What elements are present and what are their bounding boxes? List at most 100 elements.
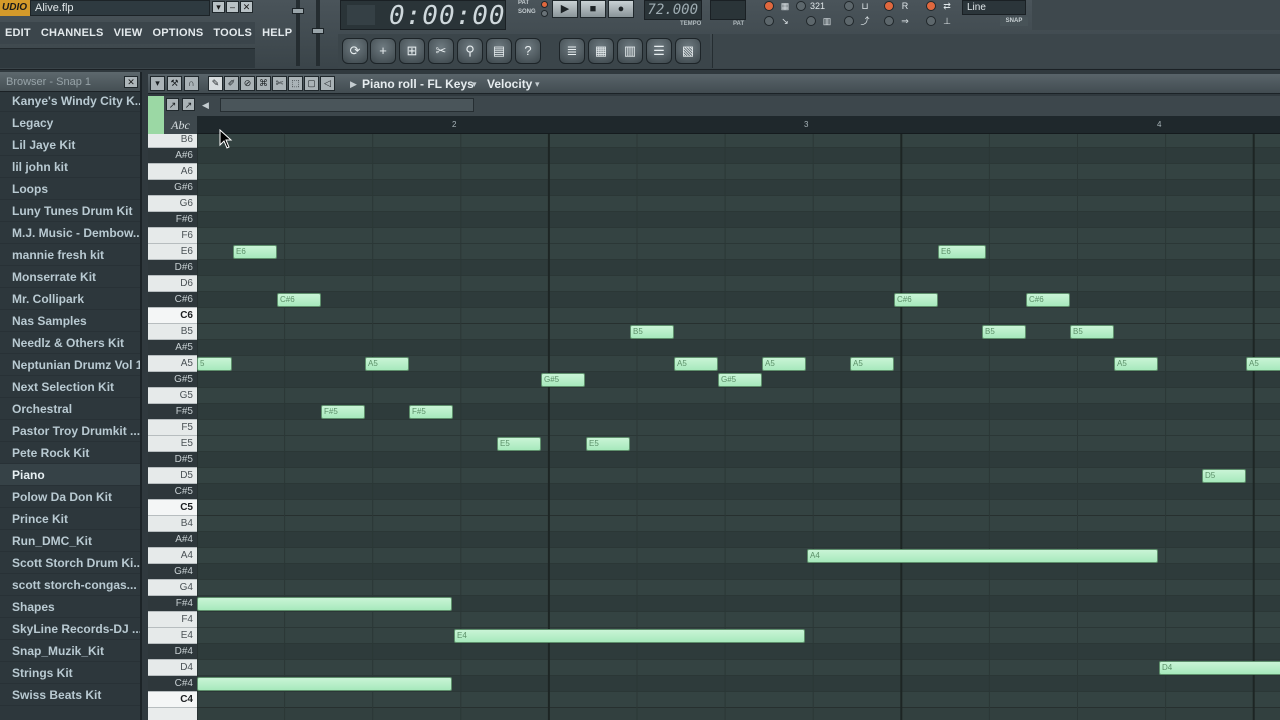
piano-key-asharp5[interactable]: A#5	[148, 340, 197, 356]
tempo-display[interactable]: 72.000	[644, 0, 702, 20]
note-fsharp5[interactable]: F#5	[321, 405, 365, 419]
piano-key-gsharp4[interactable]: G#4	[148, 564, 197, 580]
play-button[interactable]: ▶	[552, 0, 578, 18]
browser-item[interactable]: Piano	[0, 464, 140, 486]
piano-key-b5[interactable]: B5	[148, 324, 197, 340]
main-pitch-slider[interactable]	[312, 0, 324, 66]
piano-key-csharp6[interactable]: C#6	[148, 292, 197, 308]
save-icon[interactable]: ⊞	[399, 38, 425, 64]
zoom-out-icon[interactable]: ↗	[166, 98, 179, 111]
multilink-icon[interactable]: ⊥	[940, 16, 954, 26]
browser-item[interactable]: Polow Da Don Kit	[0, 486, 140, 508]
piano-key-fsharp4[interactable]: F#4	[148, 596, 197, 612]
chevron-down-icon[interactable]: ▾	[472, 74, 477, 94]
note-b5[interactable]: B5	[982, 325, 1026, 339]
note-b5[interactable]: B5	[630, 325, 674, 339]
piano-key-fsharp5[interactable]: F#5	[148, 404, 197, 420]
event-target-select[interactable]: Velocity	[487, 74, 532, 94]
browser-item[interactable]: Scott Storch Drum Ki...	[0, 552, 140, 574]
piano-key-b4[interactable]: B4	[148, 516, 197, 532]
automation-toggle[interactable]	[844, 16, 854, 26]
step-edit-toggle[interactable]	[844, 1, 854, 11]
zoom-handle[interactable]	[148, 96, 164, 134]
loop-record-icon[interactable]: ⇄	[940, 1, 954, 11]
note-a5[interactable]: A5	[850, 357, 894, 371]
browser-item[interactable]: Run_DMC_Kit	[0, 530, 140, 552]
new-project-icon[interactable]: +	[370, 38, 396, 64]
note-grid[interactable]: 5 E6 C#6 F#5 A5 F#5 E5 G#5 E5 B5 A5 G#5 A5 E4 A4 A5 C#6 E…	[197, 134, 1280, 720]
piano-key-g5[interactable]: G5	[148, 388, 197, 404]
note-a5[interactable]: A5	[1246, 357, 1280, 371]
search-icon[interactable]: ⚲	[457, 38, 483, 64]
song-mode-radio[interactable]	[541, 10, 548, 17]
slider-knob[interactable]	[292, 8, 304, 14]
snap-icon[interactable]: ∩	[184, 76, 199, 91]
browser-item[interactable]: Orchestral	[0, 398, 140, 420]
loop-record-toggle[interactable]	[926, 1, 936, 11]
piano-key-gsharp5[interactable]: G#5	[148, 372, 197, 388]
note-fsharp5[interactable]: F#5	[409, 405, 453, 419]
piano-roll-icon[interactable]: ▥	[617, 38, 643, 64]
step-edit-icon[interactable]: ⊔	[858, 1, 872, 11]
dropdown-icon[interactable]: ▾	[212, 1, 225, 13]
browser-item[interactable]: Shapes	[0, 596, 140, 618]
typing-keyboard-icon[interactable]: ▦	[778, 1, 792, 11]
browser-icon[interactable]: ☰	[646, 38, 672, 64]
scroll-left-icon[interactable]: ◀	[202, 96, 209, 114]
piano-key-d5[interactable]: D5	[148, 468, 197, 484]
menu-options[interactable]: OPTIONS	[148, 27, 209, 39]
scroll-toggle[interactable]	[884, 16, 894, 26]
note-e6[interactable]: E6	[938, 245, 986, 259]
browser-item[interactable]: Loops	[0, 178, 140, 200]
browser-item[interactable]: Swiss Beats Kit	[0, 684, 140, 706]
record-button[interactable]: ●	[608, 0, 634, 18]
browser-item[interactable]: Nas Samples	[0, 310, 140, 332]
slider-knob[interactable]	[312, 28, 324, 34]
note-csharp6[interactable]: C#6	[1026, 293, 1070, 307]
time-format-toggle[interactable]	[347, 5, 375, 25]
speaker-icon[interactable]: ◁	[320, 76, 335, 91]
note-e5[interactable]: E5	[586, 437, 630, 451]
menu-edit[interactable]: EDIT	[0, 27, 36, 39]
mixer-icon[interactable]: ▧	[675, 38, 701, 64]
automation-icon[interactable]: ⤴	[858, 16, 872, 26]
piano-key-d4[interactable]: D4	[148, 660, 197, 676]
browser-item[interactable]: Pete Rock Kit	[0, 442, 140, 464]
piano-key-c4[interactable]: C4	[148, 692, 197, 708]
browser-item[interactable]: M.J. Music - Dembow...	[0, 222, 140, 244]
record-blend-icon[interactable]: R	[898, 1, 912, 11]
project-info-icon[interactable]: ▤	[486, 38, 512, 64]
note-e4[interactable]: E4	[454, 629, 805, 643]
piano-keyboard[interactable]: B6 A#6 A6 G#6 G6 F#6 F6 E6 D#6 D6 C#6 C6 B5 A#5 A5 G#5 G…	[148, 134, 197, 720]
piano-key-c5[interactable]: C5	[148, 500, 197, 516]
piano-key-f6[interactable]: F6	[148, 228, 197, 244]
note-a4[interactable]: A4	[807, 549, 1158, 563]
note-csharp6[interactable]: C#6	[277, 293, 321, 307]
piano-key-e4[interactable]: E4	[148, 628, 197, 644]
browser-item[interactable]: scott storch-congas...	[0, 574, 140, 596]
undo-icon[interactable]: ⟳	[342, 38, 368, 64]
song-position-display[interactable]: 0:00:00	[340, 0, 506, 31]
piano-key-g4[interactable]: G4	[148, 580, 197, 596]
menu-tools[interactable]: TOOLS	[208, 27, 257, 39]
browser-item[interactable]: Needlz & Others Kit	[0, 332, 140, 354]
note-a5[interactable]: A5	[365, 357, 409, 371]
minimize-icon[interactable]: –	[226, 1, 239, 13]
help-icon[interactable]: ?	[515, 38, 541, 64]
browser-item[interactable]: Prince Kit	[0, 508, 140, 530]
browser-item[interactable]: Strings Kit	[0, 662, 140, 684]
delete-tool-icon[interactable]: ⊘	[240, 76, 255, 91]
cut-icon[interactable]: ✂	[428, 38, 454, 64]
chevron-down-icon[interactable]: ▾	[150, 76, 165, 91]
note-a5[interactable]: A5	[1114, 357, 1158, 371]
piano-key-dsharp4[interactable]: D#4	[148, 644, 197, 660]
close-icon[interactable]: ✕	[124, 76, 138, 88]
browser-item[interactable]: Pastor Troy Drumkit ...	[0, 420, 140, 442]
browser-item[interactable]: Snap_Muzik_Kit	[0, 640, 140, 662]
menu-channels[interactable]: CHANNELS	[36, 27, 109, 39]
piano-key-a5[interactable]: A5	[148, 356, 197, 372]
countdown-icon[interactable]: 321	[810, 1, 825, 11]
piano-key-asharp4[interactable]: A#4	[148, 532, 197, 548]
piano-key-a6[interactable]: A6	[148, 164, 197, 180]
note-d5[interactable]: D5	[1202, 469, 1246, 483]
